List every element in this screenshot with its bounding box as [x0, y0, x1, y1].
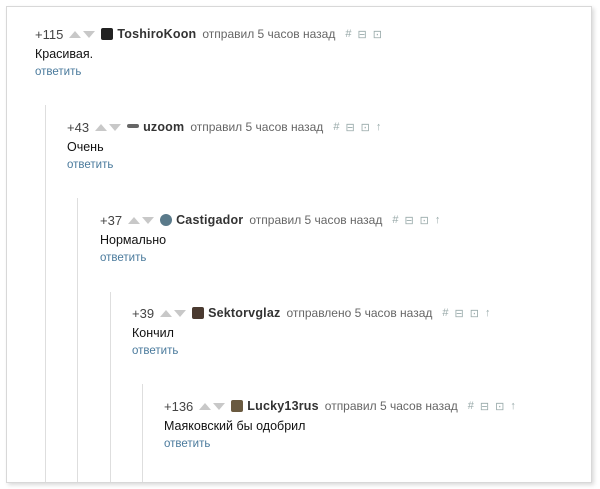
timestamp: отправил 5 часов назад: [202, 27, 336, 41]
thread-line: [142, 384, 143, 482]
reply-link[interactable]: ответить: [67, 159, 387, 171]
comment-text: Маяковский бы одобрил: [164, 419, 306, 433]
thread-line: [110, 292, 111, 482]
vote-up-icon[interactable]: [128, 216, 141, 224]
collapse-icon[interactable]: ⊟: [345, 121, 354, 134]
save-icon[interactable]: ⊡: [420, 214, 429, 227]
comment-3: +37 Castigador отправил 5 часов назад # …: [100, 211, 446, 265]
collapse-icon[interactable]: ⊟: [404, 214, 413, 227]
comment-5: +136 Lucky13rus отправил 5 часов назад #…: [164, 397, 522, 451]
comment-header: +136 Lucky13rus отправил 5 часов назад #…: [164, 397, 522, 415]
permalink-icon[interactable]: #: [468, 400, 474, 412]
permalink-icon[interactable]: #: [442, 307, 448, 319]
timestamp: отправил 5 часов назад: [249, 213, 383, 227]
avatar: [231, 400, 244, 412]
thread-line: [45, 105, 46, 482]
username[interactable]: Sektorvglaz: [208, 306, 280, 320]
vote-up-icon[interactable]: [160, 309, 173, 317]
username[interactable]: ToshiroKoon: [117, 27, 196, 41]
avatar: [160, 214, 173, 226]
save-icon[interactable]: ⊡: [470, 307, 479, 320]
save-icon[interactable]: ⊡: [361, 121, 370, 134]
timestamp: отправил 5 часов назад: [190, 120, 324, 134]
collapse-icon[interactable]: ⊟: [455, 307, 464, 320]
score: +115: [35, 26, 64, 42]
avatar: [192, 307, 205, 319]
vote-down-icon[interactable]: [83, 30, 96, 38]
score: +37: [100, 212, 123, 228]
comment-header: +115 ToshiroKoon отправил 5 часов назад …: [35, 25, 388, 43]
collapse-icon[interactable]: ⊟: [357, 28, 366, 41]
comment-1: +115 ToshiroKoon отправил 5 часов назад …: [35, 25, 388, 79]
timestamp: отправлено 5 часов назад: [286, 306, 433, 320]
vote-up-icon[interactable]: [199, 402, 212, 410]
parent-arrow-icon[interactable]: ↑: [510, 400, 516, 412]
username[interactable]: uzoom: [143, 120, 184, 134]
avatar: [101, 28, 114, 40]
reply-link[interactable]: ответить: [132, 345, 496, 357]
comment-4: +39 Sektorvglaz отправлено 5 часов назад…: [132, 304, 496, 358]
save-icon[interactable]: ⊡: [495, 400, 504, 413]
vote-down-icon[interactable]: [142, 216, 155, 224]
parent-arrow-icon[interactable]: ↑: [376, 121, 382, 133]
score: +43: [67, 119, 90, 135]
comment-text: Нормально: [100, 233, 167, 247]
vote-down-icon[interactable]: [213, 402, 226, 410]
permalink-icon[interactable]: #: [392, 214, 398, 226]
score: +136: [164, 398, 194, 414]
comment-text: Очень: [67, 140, 104, 154]
vote-up-icon[interactable]: [69, 30, 82, 38]
vote-up-icon[interactable]: [95, 123, 108, 131]
timestamp: отправил 5 часов назад: [324, 399, 458, 413]
reply-link[interactable]: ответить: [164, 438, 522, 450]
comment-2: +43 uzoom отправил 5 часов назад # ⊟ ⊡ ↑…: [67, 118, 387, 172]
comment-header: +43 uzoom отправил 5 часов назад # ⊟ ⊡ ↑: [67, 118, 387, 136]
comment-text: Кончил: [132, 326, 174, 340]
reply-link[interactable]: ответить: [35, 66, 388, 78]
comment-header: +37 Castigador отправил 5 часов назад # …: [100, 211, 446, 229]
comment-text: Красивая.: [35, 47, 94, 61]
vote-down-icon[interactable]: [174, 309, 187, 317]
score: +39: [132, 305, 155, 321]
save-icon[interactable]: ⊡: [373, 28, 382, 41]
reply-link[interactable]: ответить: [100, 252, 446, 264]
comment-thread: +115 ToshiroKoon отправил 5 часов назад …: [6, 6, 592, 483]
permalink-icon[interactable]: #: [345, 28, 351, 40]
username[interactable]: Castigador: [176, 213, 243, 227]
parent-arrow-icon[interactable]: ↑: [485, 307, 491, 319]
permalink-icon[interactable]: #: [333, 121, 339, 133]
parent-arrow-icon[interactable]: ↑: [435, 214, 441, 226]
comment-header: +39 Sektorvglaz отправлено 5 часов назад…: [132, 304, 496, 322]
vote-down-icon[interactable]: [109, 123, 122, 131]
thread-line: [77, 198, 78, 482]
avatar: [127, 124, 140, 128]
collapse-icon[interactable]: ⊟: [480, 400, 489, 413]
username[interactable]: Lucky13rus: [247, 399, 318, 413]
